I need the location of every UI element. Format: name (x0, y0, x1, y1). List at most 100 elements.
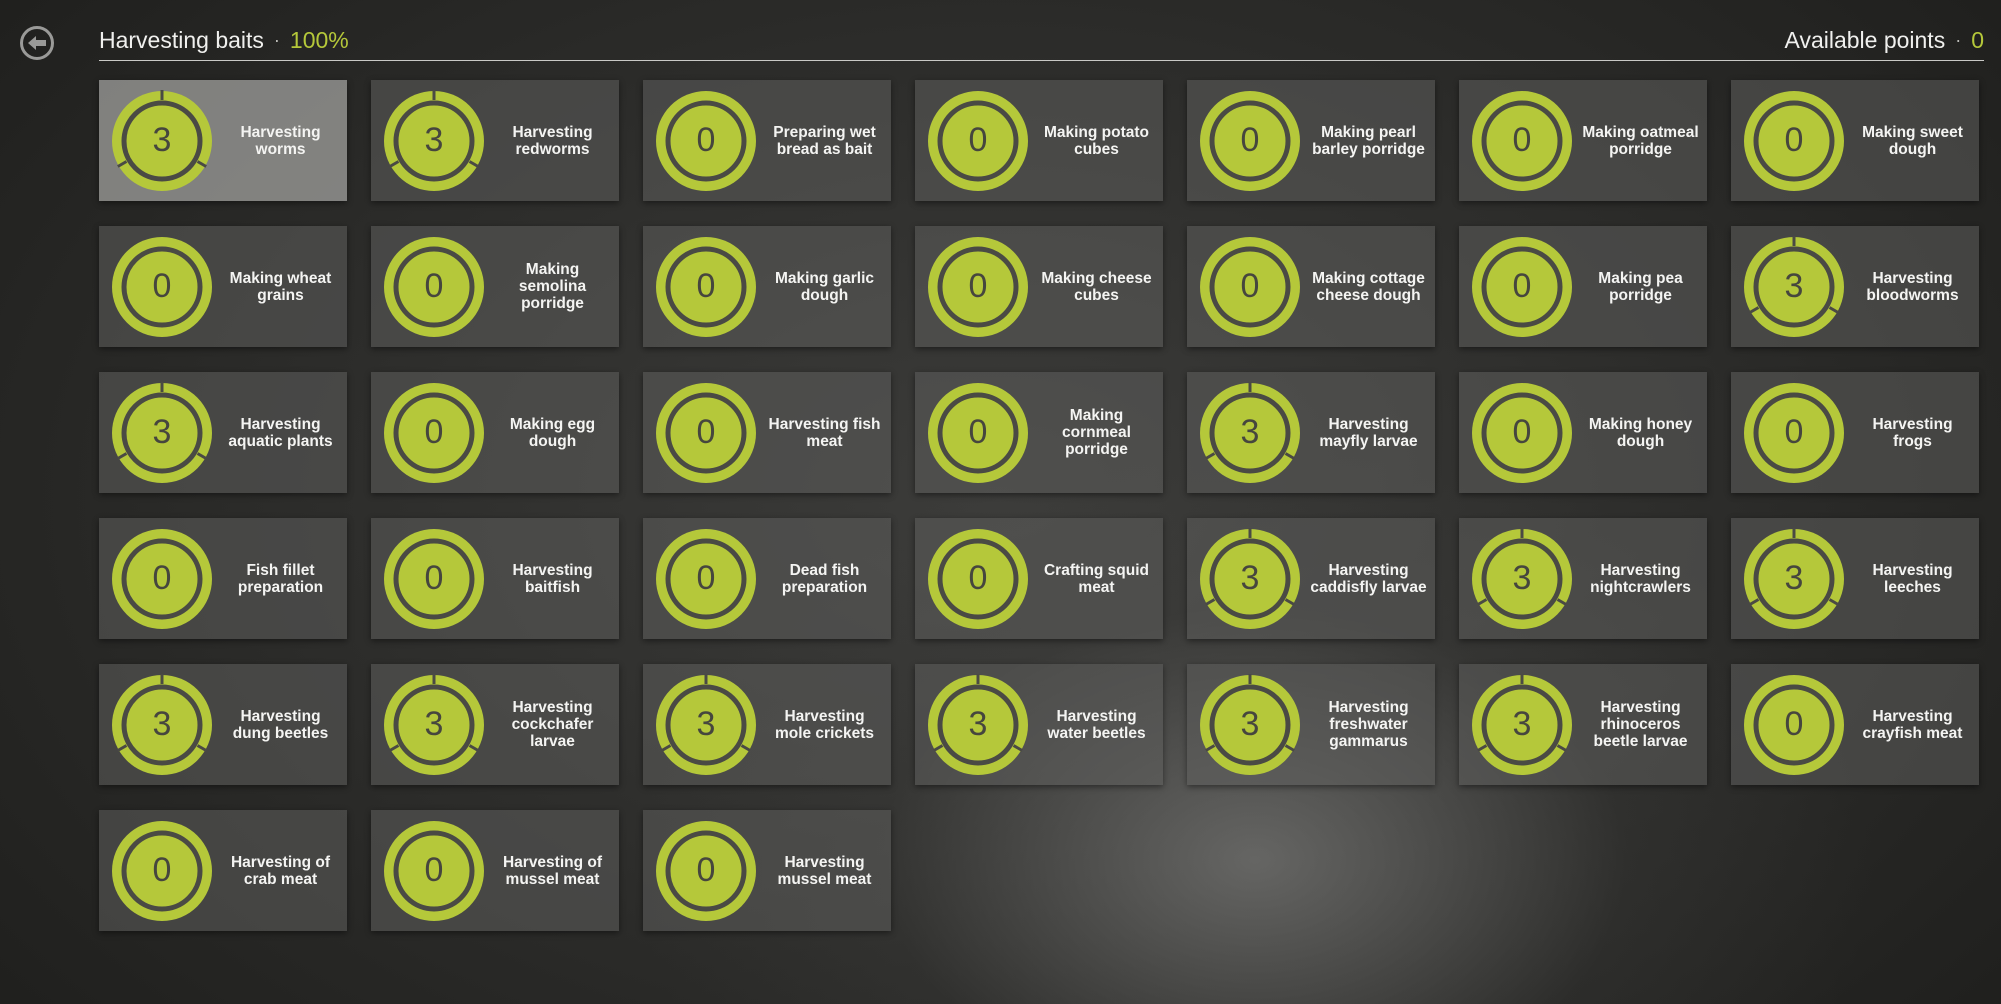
skill-card[interactable]: 0 Making egg dough (371, 372, 619, 493)
skill-card[interactable]: 0 Fish fillet preparation (99, 518, 347, 639)
skill-label: Harvesting aquatic plants (228, 415, 333, 450)
skill-card[interactable]: 0 Harvesting mussel meat (643, 810, 891, 931)
skill-label: Making potato cubes (1043, 123, 1150, 158)
skill-card[interactable]: 0 Harvesting crayfish meat (1731, 664, 1979, 785)
skill-level-value: 0 (1784, 121, 1804, 159)
skill-label: Making honey dough (1588, 415, 1693, 450)
skill-card[interactable]: 0 Making oatmeal porridge (1459, 80, 1707, 201)
skill-label: Making wheat grains (229, 269, 332, 304)
skill-card[interactable]: 3 Harvesting mayfly larvae (1187, 372, 1435, 493)
skill-level-ring: 3 (1194, 669, 1306, 781)
back-button[interactable] (20, 26, 54, 60)
skill-label: Making oatmeal porridge (1582, 123, 1699, 158)
skill-level-ring: 0 (1738, 85, 1850, 197)
skill-card[interactable]: 3 Harvesting cockchafer larvae (371, 664, 619, 785)
skill-card[interactable]: 0 Harvesting baitfish (371, 518, 619, 639)
points-separator: · (1955, 29, 1962, 50)
skill-level-value: 0 (968, 413, 988, 451)
skill-card[interactable]: 0 Making pea porridge (1459, 226, 1707, 347)
skill-level-value: 3 (1240, 559, 1260, 597)
skill-level-value: 0 (424, 267, 444, 305)
skill-card[interactable]: 0 Crafting squid meat (915, 518, 1163, 639)
skill-card[interactable]: 3 Harvesting mole crickets (643, 664, 891, 785)
skill-label: Making cottage cheese dough (1312, 269, 1425, 304)
skill-card[interactable]: 0 Making sweet dough (1731, 80, 1979, 201)
skill-level-value: 0 (152, 559, 172, 597)
skill-label: Making sweet dough (1862, 123, 1963, 158)
skill-card[interactable]: 3 Harvesting water beetles (915, 664, 1163, 785)
skill-label: Harvesting mussel meat (777, 853, 872, 888)
skill-card[interactable]: 3 Harvesting freshwater gammarus (1187, 664, 1435, 785)
skill-level-ring: 0 (1738, 377, 1850, 489)
skill-level-value: 0 (968, 267, 988, 305)
skill-level-ring: 0 (1194, 231, 1306, 343)
skill-card[interactable]: 3 Harvesting rhinoceros beetle larvae (1459, 664, 1707, 785)
skill-card[interactable]: 0 Harvesting fish meat (643, 372, 891, 493)
skill-card[interactable]: 3 Harvesting caddisfly larvae (1187, 518, 1435, 639)
skill-level-value: 0 (1240, 267, 1260, 305)
skill-card[interactable]: 0 Making semolina porridge (371, 226, 619, 347)
skill-card[interactable]: 3 Harvesting redworms (371, 80, 619, 201)
skill-label: Harvesting nightcrawlers (1590, 561, 1691, 596)
skill-level-ring: 0 (378, 523, 490, 635)
skill-label: Harvesting cockchafer larvae (511, 699, 594, 750)
skill-label: Harvesting mayfly larvae (1319, 415, 1418, 450)
skill-card[interactable]: 3 Harvesting nightcrawlers (1459, 518, 1707, 639)
progress-percent: 100% (289, 26, 349, 53)
skill-level-ring: 3 (106, 669, 218, 781)
skill-level-value: 3 (424, 705, 444, 743)
skill-card[interactable]: 0 Making cornmeal porridge (915, 372, 1163, 493)
skill-label: Harvesting fish meat (768, 415, 881, 450)
skill-label: Harvesting baitfish (512, 561, 593, 596)
skill-level-ring: 3 (378, 85, 490, 197)
skill-level-ring: 0 (106, 523, 218, 635)
skill-card[interactable]: 3 Harvesting dung beetles (99, 664, 347, 785)
skill-level-ring: 0 (1738, 669, 1850, 781)
skill-card[interactable]: 0 Harvesting of mussel meat (371, 810, 619, 931)
skill-level-value: 3 (1240, 705, 1260, 743)
skill-card[interactable]: 0 Making garlic dough (643, 226, 891, 347)
page-title: Harvesting baits (99, 26, 264, 53)
skill-level-value: 3 (1240, 413, 1260, 451)
skill-card[interactable]: 3 Harvesting bloodworms (1731, 226, 1979, 347)
skill-card[interactable]: 0 Making potato cubes (915, 80, 1163, 201)
skill-level-ring: 3 (1738, 231, 1850, 343)
skill-label: Dead fish preparation (781, 561, 868, 596)
skill-card[interactable]: 0 Making pearl barley porridge (1187, 80, 1435, 201)
skill-card[interactable]: 3 Harvesting worms (99, 80, 347, 201)
skill-level-ring: 0 (650, 815, 762, 927)
skill-card[interactable]: 0 Preparing wet bread as bait (643, 80, 891, 201)
skill-card[interactable]: 0 Making wheat grains (99, 226, 347, 347)
header-right: Available points · 0 (1785, 27, 1984, 54)
skill-level-ring: 0 (922, 523, 1034, 635)
skill-label: Harvesting of crab meat (230, 853, 331, 888)
skill-label: Making pearl barley porridge (1312, 123, 1425, 158)
skill-card[interactable]: 0 Making cottage cheese dough (1187, 226, 1435, 347)
skill-level-value: 3 (152, 705, 172, 743)
skill-level-value: 0 (968, 121, 988, 159)
skill-card[interactable]: 0 Making honey dough (1459, 372, 1707, 493)
skill-level-value: 3 (1784, 559, 1804, 597)
skill-level-ring: 3 (106, 85, 218, 197)
skill-card[interactable]: 0 Dead fish preparation (643, 518, 891, 639)
skill-level-value: 0 (968, 559, 988, 597)
skill-level-ring: 3 (1194, 377, 1306, 489)
skill-label: Harvesting frogs (1872, 415, 1953, 450)
skill-level-value: 0 (1512, 267, 1532, 305)
skill-card[interactable]: 0 Harvesting frogs (1731, 372, 1979, 493)
skill-level-value: 3 (1512, 705, 1532, 743)
skill-label: Harvesting water beetles (1047, 707, 1146, 742)
skill-card[interactable]: 3 Harvesting leeches (1731, 518, 1979, 639)
skill-level-ring: 0 (1466, 231, 1578, 343)
skill-level-ring: 0 (650, 523, 762, 635)
skill-level-ring: 3 (106, 377, 218, 489)
skill-level-value: 0 (1512, 121, 1532, 159)
skill-card[interactable]: 0 Making cheese cubes (915, 226, 1163, 347)
skill-grid: 3 Harvesting worms 3 Harvesting redworms 0 Pr… (99, 80, 1979, 931)
skill-level-value: 0 (1240, 121, 1260, 159)
skill-level-ring: 0 (922, 231, 1034, 343)
skill-card[interactable]: 3 Harvesting aquatic plants (99, 372, 347, 493)
skill-level-ring: 0 (106, 815, 218, 927)
skill-card[interactable]: 0 Harvesting of crab meat (99, 810, 347, 931)
skill-level-value: 0 (696, 413, 716, 451)
